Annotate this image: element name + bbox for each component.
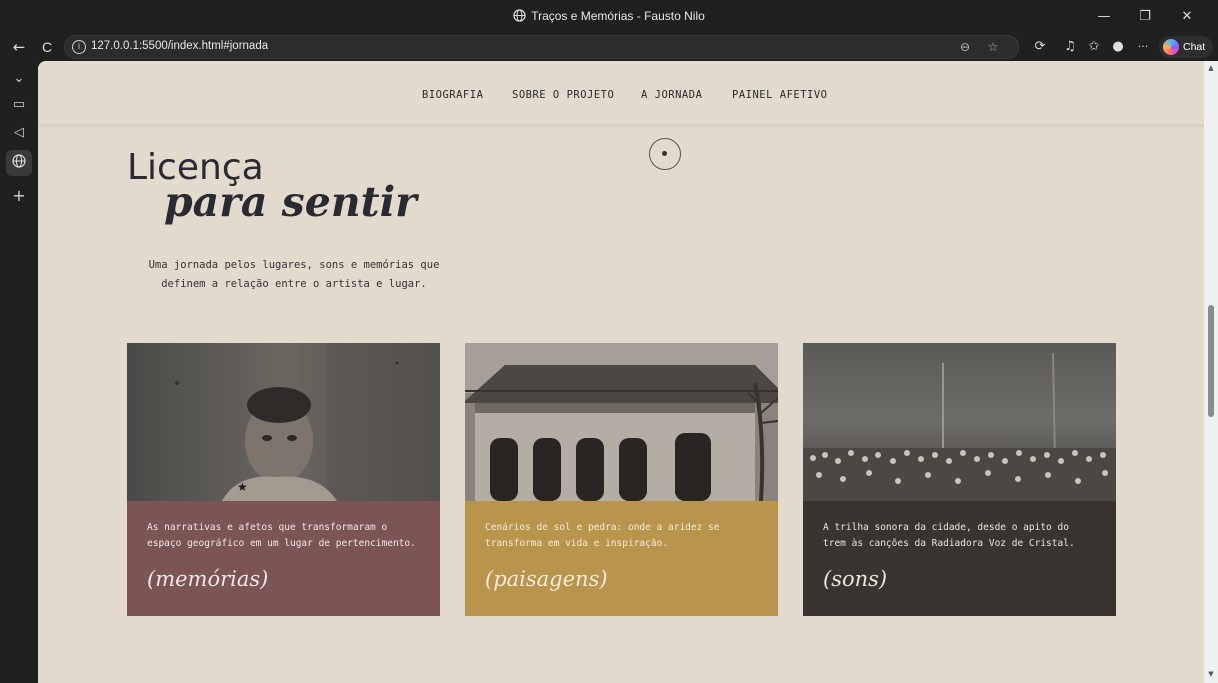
card-sons-tag: (sons) (823, 567, 888, 591)
card-sons-text: A trilha sonora da cidade, desde o apito… (823, 522, 1075, 549)
more-menu-icon[interactable]: ··· (1133, 37, 1153, 57)
nav-painel-afetivo[interactable]: PAINEL AFETIVO (732, 89, 828, 101)
window-title-text: Traços e Memórias - Fausto Nilo (531, 9, 705, 23)
section-title-line2: para sentir (164, 178, 417, 226)
chevron-down-icon[interactable]: ⌄ (9, 69, 29, 89)
favorite-star-icon[interactable]: ☆ (985, 39, 1001, 55)
minimize-button[interactable]: — (1087, 6, 1121, 28)
card-paisagens[interactable]: Cenários de sol e pedra: onde a aridez s… (465, 343, 778, 616)
card-sons-body: A trilha sonora da cidade, desde o apito… (803, 501, 1116, 616)
site-info-icon[interactable]: i (72, 40, 86, 54)
scrollbar-thumb[interactable] (1208, 305, 1214, 417)
restore-button[interactable]: ❐ (1128, 6, 1162, 28)
globe-icon[interactable] (6, 150, 32, 176)
profile-icon[interactable]: ● (1108, 37, 1128, 57)
colonial-house-photo (465, 343, 778, 501)
svg-text:★: ★ (237, 480, 248, 494)
copilot-button[interactable]: Chat (1159, 36, 1213, 58)
card-memorias-text: As narrativas e afetos que transformaram… (147, 522, 416, 549)
extensions-icon[interactable]: ⟳ (1030, 37, 1050, 57)
globe-icon (513, 9, 526, 22)
favorites-icon[interactable]: ✩ (1084, 37, 1104, 57)
window-titlebar: Traços e Memórias - Fausto Nilo — ❐ ✕ (0, 0, 1218, 34)
card-paisagens-body: Cenários de sol e pedra: onde a aridez s… (465, 501, 778, 616)
plus-icon[interactable]: + (9, 186, 29, 206)
crowd-photo (803, 343, 1116, 501)
page-scrollbar[interactable]: ▲ ▼ (1204, 61, 1218, 683)
scroll-indicator-icon[interactable] (649, 138, 681, 170)
window-title: Traços e Memórias - Fausto Nilo (0, 9, 1218, 23)
media-icon[interactable]: ♫ (1060, 37, 1080, 57)
card-memorias-body: As narrativas e afetos que transformaram… (127, 501, 440, 616)
scroll-dot (662, 151, 667, 156)
scroll-up-arrow-icon[interactable]: ▲ (1207, 64, 1215, 72)
page-viewport: BIOGRAFIA SOBRE O PROJETO A JORNADA PAIN… (38, 61, 1204, 683)
copilot-icon (1163, 39, 1179, 55)
copilot-label: Chat (1183, 41, 1206, 53)
reader-icon[interactable]: ⊖ (957, 39, 973, 55)
close-button[interactable]: ✕ (1170, 6, 1204, 28)
card-paisagens-tag: (paisagens) (485, 567, 608, 591)
scroll-down-arrow-icon[interactable]: ▼ (1207, 670, 1215, 678)
nav-sobre-o-projeto[interactable]: SOBRE O PROJETO (512, 89, 614, 101)
refresh-button[interactable]: C (36, 36, 58, 58)
card-paisagens-text: Cenários de sol e pedra: onde a aridez s… (485, 522, 720, 549)
childhood-photo: ★ (127, 343, 440, 501)
address-bar[interactable]: i 127.0.0.1:5500/index.html#jornada ⊖ ☆ (64, 35, 1019, 59)
card-memorias[interactable]: ★ As narrativas e afetos que transformar… (127, 343, 440, 616)
url-text[interactable]: 127.0.0.1:5500/index.html#jornada (91, 40, 268, 52)
card-memorias-tag: (memórias) (147, 567, 269, 591)
card-sons[interactable]: A trilha sonora da cidade, desde o apito… (803, 343, 1116, 616)
nav-a-jornada[interactable]: A JORNADA (641, 89, 702, 101)
vertical-tab-sidebar: ⌄ ▭ ◁ + (0, 61, 38, 683)
section-intro: Uma jornada pelos lugares, sons e memóri… (148, 259, 440, 290)
site-navigation: BIOGRAFIA SOBRE O PROJETO A JORNADA PAIN… (38, 61, 1204, 125)
nav-biografia[interactable]: BIOGRAFIA (422, 89, 483, 101)
back-button[interactable]: ← (8, 36, 30, 58)
speaker-icon[interactable]: ◁ (9, 123, 29, 143)
tab-icon[interactable]: ▭ (9, 95, 29, 115)
browser-toolbar: ← C i 127.0.0.1:5500/index.html#jornada … (0, 34, 1218, 61)
